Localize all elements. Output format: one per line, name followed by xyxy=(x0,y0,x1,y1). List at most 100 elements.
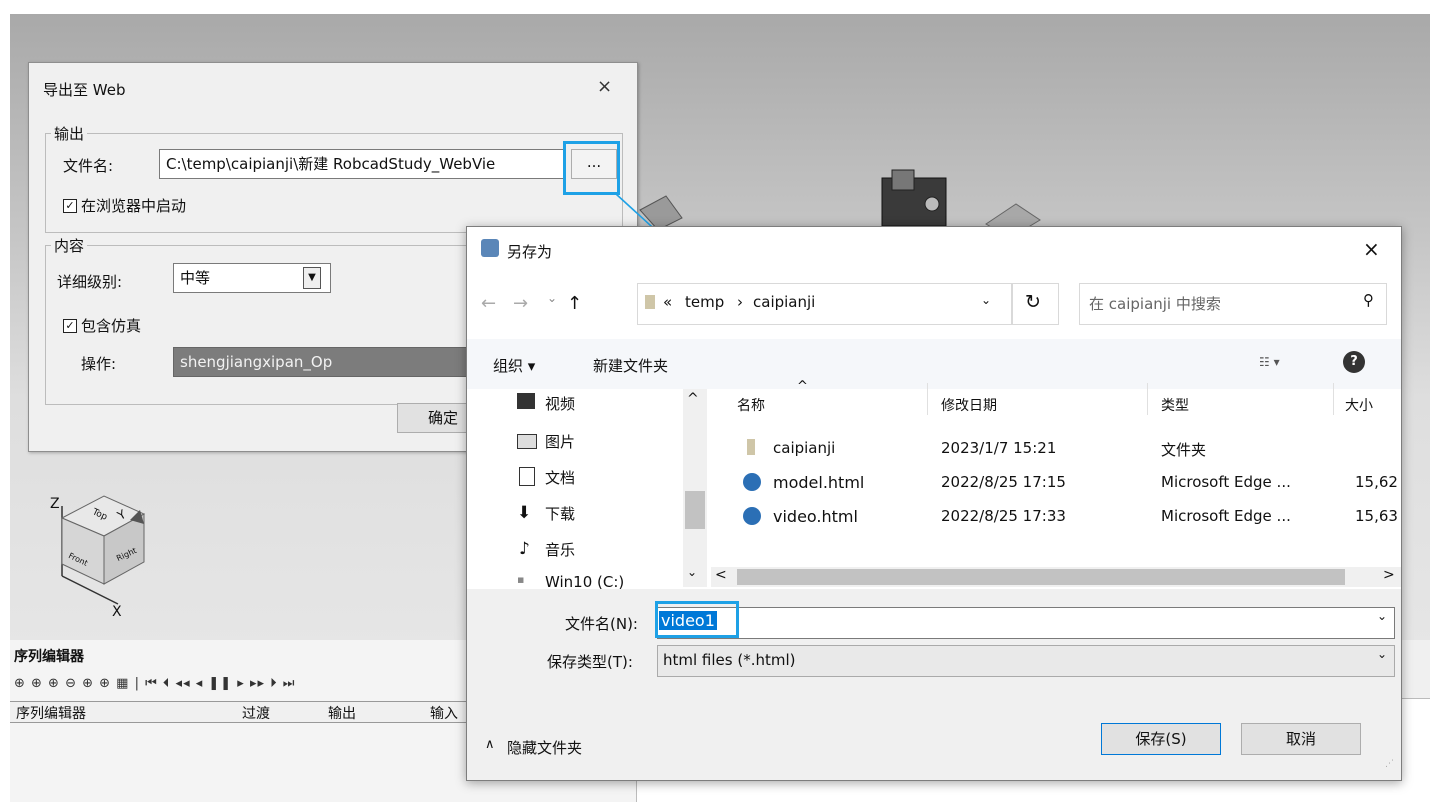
navigation-cube[interactable] xyxy=(48,480,178,620)
scroll-left-icon[interactable]: < xyxy=(715,567,727,583)
output-group-label: 输出 xyxy=(51,123,88,144)
music-icon: ♪ xyxy=(519,539,530,559)
help-icon[interactable]: ? xyxy=(1343,351,1365,373)
documents-icon xyxy=(519,467,535,486)
file-modified: 2022/8/25 17:15 xyxy=(941,473,1066,491)
hscroll-thumb[interactable] xyxy=(737,569,1345,585)
scroll-down-icon[interactable]: ⌄ xyxy=(687,565,697,579)
view-options-icon[interactable]: ☷ ▾ xyxy=(1259,355,1280,369)
sidebar-item-videos[interactable]: 视频 xyxy=(545,393,575,414)
column-sequence[interactable]: 序列编辑器 xyxy=(16,703,86,723)
file-type: Microsoft Edge ... xyxy=(1161,507,1291,525)
file-name[interactable]: model.html xyxy=(773,473,864,492)
operation-field[interactable]: shengjiangxipan_Op xyxy=(173,347,481,377)
launch-browser-label: 在浏览器中启动 xyxy=(81,197,187,215)
include-simulation-checkbox[interactable]: ✓ xyxy=(63,319,77,333)
scroll-up-icon[interactable]: ^ xyxy=(687,391,699,407)
drive-icon: ▪ xyxy=(517,573,525,586)
cancel-button[interactable]: 取消 xyxy=(1241,723,1361,755)
column-size[interactable]: 大小 xyxy=(1345,395,1373,415)
downloads-icon: ⬇ xyxy=(517,503,532,523)
file-type: Microsoft Edge ... xyxy=(1161,473,1291,491)
launch-browser-checkbox[interactable]: ✓ xyxy=(63,199,77,213)
filetype-value: html files (*.html) xyxy=(663,651,796,669)
file-type: 文件夹 xyxy=(1161,441,1207,459)
path-prefix: « xyxy=(663,293,673,311)
file-modified: 2022/8/25 17:33 xyxy=(941,507,1066,525)
sidebar-item-downloads[interactable]: 下载 xyxy=(545,503,575,524)
sequence-editor-toolbar[interactable]: ⊕ ⊕ ⊕ ⊖ ⊕ ⊕ ▦ | ⏮ ⏴ ◂◂ ◂ ❚❚ ▸ ▸▸ ⏵ ⏭ xyxy=(14,676,295,691)
detail-level-value: 中等 xyxy=(180,269,211,287)
videos-icon xyxy=(517,393,535,409)
file-modified: 2023/1/7 15:21 xyxy=(941,439,1057,457)
file-size: 15,63 xyxy=(1355,507,1398,525)
hide-folders-toggle[interactable]: 隐藏文件夹 xyxy=(507,737,582,758)
sort-up-icon: ^ xyxy=(797,379,808,394)
filename-field[interactable]: C:\temp\caipianji\新建 RobcadStudy_WebVie xyxy=(159,149,565,179)
save-as-dialog: 另存为 × ← → ⌄ ↑ « temp › caipianji ⌄ ↻ 在 c… xyxy=(466,226,1402,781)
file-name[interactable]: caipianji xyxy=(773,439,835,457)
sidebar-item-documents[interactable]: 文档 xyxy=(545,467,575,488)
sidebar-scroll-thumb[interactable] xyxy=(685,491,705,529)
scroll-right-icon[interactable]: > xyxy=(1383,567,1395,583)
chevron-down-icon[interactable]: ⌄ xyxy=(1377,647,1387,661)
axis-z-label: Z xyxy=(50,496,60,512)
folder-icon xyxy=(645,295,655,309)
filename-label: 文件名: xyxy=(63,157,114,175)
dialog-title: 另存为 xyxy=(507,243,553,261)
column-output[interactable]: 输出 xyxy=(328,703,356,723)
path-segment-caipianji[interactable]: caipianji xyxy=(753,293,815,311)
save-as-icon xyxy=(481,239,499,257)
forward-icon[interactable]: → xyxy=(513,293,528,314)
navigation-pane xyxy=(467,389,707,587)
sidebar-scrollbar[interactable] xyxy=(683,389,707,587)
close-icon[interactable]: × xyxy=(597,76,612,97)
file-name[interactable]: video.html xyxy=(773,507,858,526)
column-input[interactable]: 输入 xyxy=(430,703,458,723)
edge-icon xyxy=(743,507,761,525)
chevron-down-icon[interactable]: ▼ xyxy=(303,267,321,289)
output-group xyxy=(45,133,623,233)
organize-menu[interactable]: 组织 ▾ xyxy=(493,355,535,376)
filetype-label: 保存类型(T): xyxy=(547,653,633,671)
path-segment-temp[interactable]: temp xyxy=(685,293,724,311)
filename-input[interactable] xyxy=(657,607,1395,639)
browse-button-highlight xyxy=(563,141,620,195)
file-size: 15,62 xyxy=(1355,473,1398,491)
column-divider[interactable] xyxy=(1147,383,1148,415)
operation-label: 操作: xyxy=(81,355,117,373)
recent-locations-icon[interactable]: ⌄ xyxy=(547,291,557,305)
detail-level-label: 详细级别: xyxy=(57,273,123,291)
search-placeholder: 在 caipianji 中搜索 xyxy=(1089,295,1221,313)
back-icon[interactable]: ← xyxy=(481,293,496,314)
up-icon[interactable]: ↑ xyxy=(567,293,582,314)
column-transition[interactable]: 过渡 xyxy=(242,703,270,723)
new-folder-button[interactable]: 新建文件夹 xyxy=(593,355,668,376)
column-divider[interactable] xyxy=(927,383,928,415)
dialog-title: 导出至 Web xyxy=(43,81,126,99)
pictures-icon xyxy=(517,434,537,449)
filename-highlight xyxy=(655,601,739,638)
column-modified[interactable]: 修改日期 xyxy=(941,395,997,415)
chevron-up-icon[interactable]: ∧ xyxy=(485,737,495,752)
save-button[interactable]: 保存(S) xyxy=(1101,723,1221,755)
column-divider[interactable] xyxy=(1333,383,1334,415)
sidebar-item-pictures[interactable]: 图片 xyxy=(545,431,575,452)
include-simulation-label: 包含仿真 xyxy=(81,317,142,335)
column-name[interactable]: 名称 xyxy=(737,395,765,415)
sequence-editor-title: 序列编辑器 xyxy=(14,649,84,665)
refresh-icon[interactable]: ↻ xyxy=(1025,291,1041,313)
chevron-down-icon[interactable]: ⌄ xyxy=(1377,609,1387,623)
search-icon[interactable]: ⚲ xyxy=(1363,291,1374,309)
address-dropdown-icon[interactable]: ⌄ xyxy=(981,293,991,307)
content-group-label: 内容 xyxy=(51,235,88,256)
filename-label: 文件名(N): xyxy=(565,615,638,633)
folder-icon xyxy=(747,439,755,455)
path-separator: › xyxy=(737,293,743,311)
close-icon[interactable]: × xyxy=(1363,237,1380,261)
axis-x-label: X xyxy=(112,604,122,620)
sidebar-item-music[interactable]: 音乐 xyxy=(545,539,575,560)
column-type[interactable]: 类型 xyxy=(1161,395,1189,415)
resize-grip-icon[interactable]: ⋰ xyxy=(1385,759,1394,769)
edge-icon xyxy=(743,473,761,491)
